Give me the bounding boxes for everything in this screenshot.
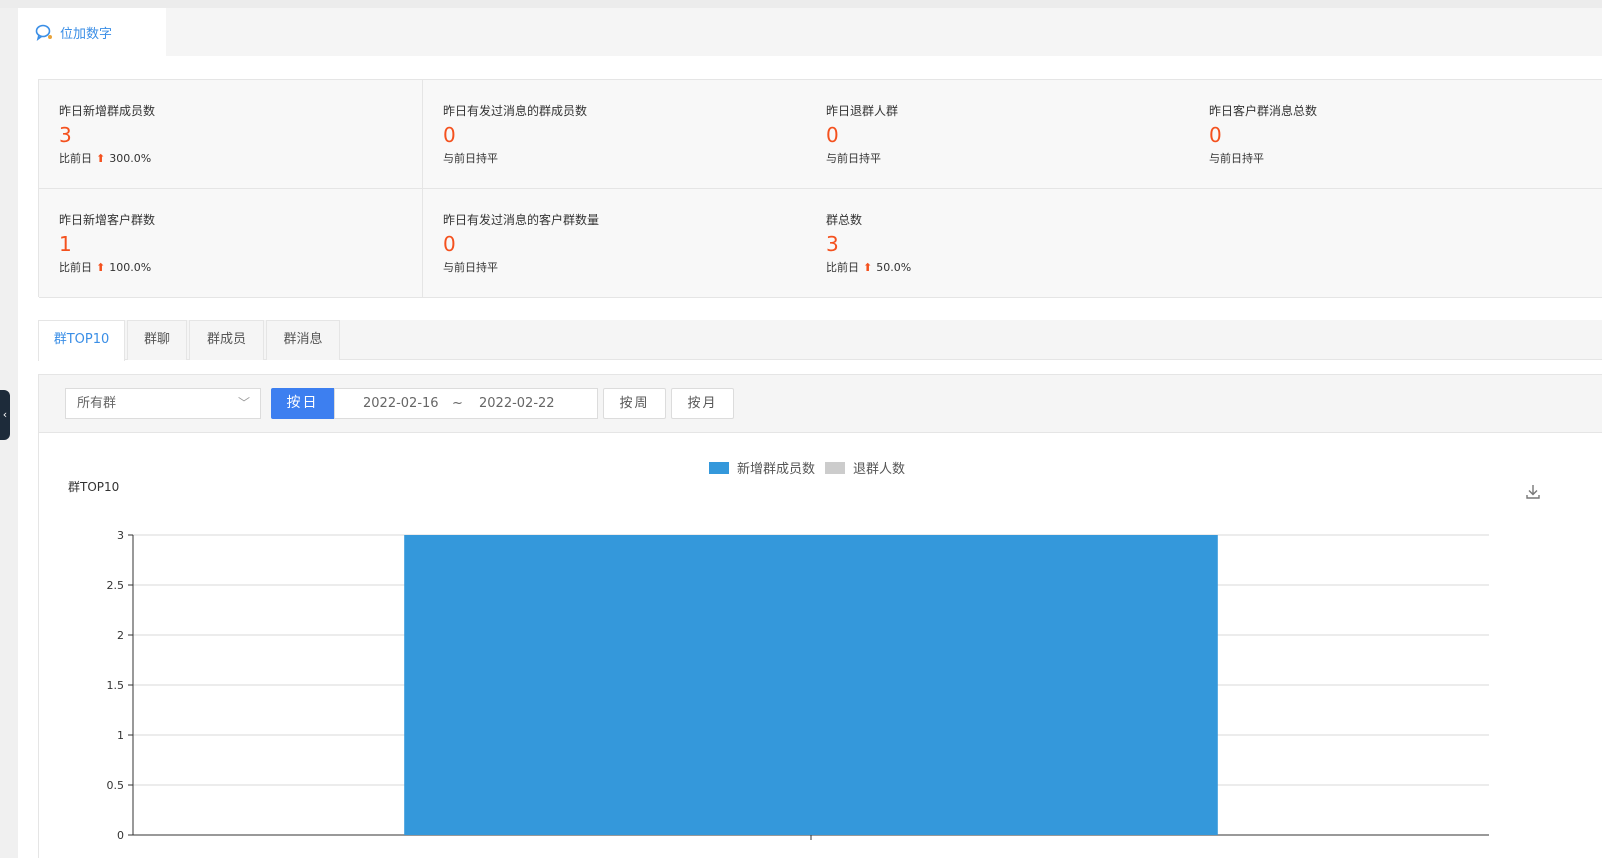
- stat-change: 与前日持平: [1209, 150, 1602, 166]
- stat-change-text: 与前日持平: [826, 152, 881, 165]
- stat-change: 比前日 ⬆ 50.0%: [826, 259, 1189, 275]
- stat-value: 3: [826, 232, 839, 256]
- y-tick-label: 1.5: [107, 679, 125, 692]
- stat-change-text: 与前日持平: [1209, 152, 1264, 165]
- stat-change-prefix: 比前日: [59, 261, 92, 274]
- y-tick-label: 0.5: [107, 779, 125, 792]
- stat-change: 比前日 ⬆ 100.0%: [59, 259, 422, 275]
- stat-label: 昨日客户群消息总数: [1209, 104, 1318, 118]
- chart-panel: 所有群 ﹀ 按日 2022-02-16 ~ 2022-02-22 按周 按月 新…: [38, 374, 1602, 858]
- stat-card: 昨日新增客户群数 1 比前日 ⬆ 100.0%: [39, 189, 423, 298]
- chevron-left-icon: ‹: [2, 408, 8, 421]
- stat-label: 群总数: [826, 213, 863, 227]
- y-tick-label: 3: [117, 529, 124, 542]
- stat-change: 与前日持平: [443, 150, 806, 166]
- stat-value: 0: [443, 123, 456, 147]
- y-tick-label: 0: [117, 829, 124, 842]
- arrow-up-icon: ⬆: [96, 260, 106, 274]
- stats-grid: 昨日新增群成员数 3 比前日 ⬆ 300.0% 昨日有发过消息的群成员数 0 与…: [38, 79, 1602, 298]
- stat-value: 0: [443, 232, 456, 256]
- stat-card: 昨日退群人群 0 与前日持平: [806, 80, 1190, 189]
- stat-change: 与前日持平: [443, 259, 806, 275]
- y-tick-label: 2: [117, 629, 124, 642]
- stat-change: 比前日 ⬆ 300.0%: [59, 150, 422, 166]
- y-tick-label: 1: [117, 729, 124, 742]
- bar-new-members: [404, 535, 1218, 835]
- stat-change-value: 100.0%: [109, 260, 152, 274]
- stat-label: 昨日退群人群: [826, 104, 899, 118]
- stat-change-prefix: 比前日: [826, 261, 859, 274]
- page-tab-home[interactable]: 位加数字: [18, 8, 166, 56]
- stat-value: 1: [59, 232, 72, 256]
- stat-change-value: 300.0%: [109, 151, 152, 165]
- stat-card: 群总数 3 比前日 ⬆ 50.0%: [806, 189, 1190, 298]
- stat-card: 昨日有发过消息的群成员数 0 与前日持平: [423, 80, 807, 189]
- stat-value: 0: [1209, 123, 1222, 147]
- stat-change-value: 50.0%: [876, 260, 912, 274]
- chart-tabs: 群TOP10 群聊 群成员 群消息: [38, 320, 1602, 361]
- arrow-up-icon: ⬆: [863, 260, 873, 274]
- page-tab-label: 位加数字: [60, 26, 113, 42]
- chat-bubble-icon: [35, 24, 52, 41]
- stat-label: 昨日新增客户群数: [59, 213, 156, 227]
- bar-chart: 0 0.5 1 1.5 2 2.5 3: [107, 529, 1489, 842]
- stat-card: 昨日新增群成员数 3 比前日 ⬆ 300.0%: [39, 80, 423, 189]
- stat-card: 昨日有发过消息的客户群数量 0 与前日持平: [423, 189, 807, 298]
- y-tick-label: 2.5: [107, 579, 125, 592]
- sidebar-collapse-handle[interactable]: ‹: [0, 390, 10, 440]
- stat-label: 昨日有发过消息的群成员数: [443, 104, 588, 118]
- tab-group-messages[interactable]: 群消息: [266, 320, 340, 360]
- main-content: 昨日新增群成员数 3 比前日 ⬆ 300.0% 昨日有发过消息的群成员数 0 与…: [18, 56, 1602, 858]
- stat-label: 昨日有发过消息的客户群数量: [443, 213, 600, 227]
- tab-group-members[interactable]: 群成员: [189, 320, 264, 360]
- stat-card-empty: [1189, 189, 1602, 298]
- stat-change-prefix: 比前日: [59, 152, 92, 165]
- tab-group-chat[interactable]: 群聊: [127, 320, 187, 360]
- arrow-up-icon: ⬆: [96, 151, 106, 165]
- tab-top10[interactable]: 群TOP10: [38, 320, 125, 361]
- page-tab-strip: 位加数字: [18, 8, 1602, 56]
- stat-value: 0: [826, 123, 839, 147]
- stat-change-text: 与前日持平: [443, 152, 498, 165]
- stat-card: 昨日客户群消息总数 0 与前日持平: [1189, 80, 1602, 189]
- stat-value: 3: [59, 123, 72, 147]
- stat-label: 昨日新增群成员数: [59, 104, 156, 118]
- top-bar: [0, 0, 1602, 8]
- stat-change-text: 与前日持平: [443, 261, 498, 274]
- stat-change: 与前日持平: [826, 150, 1189, 166]
